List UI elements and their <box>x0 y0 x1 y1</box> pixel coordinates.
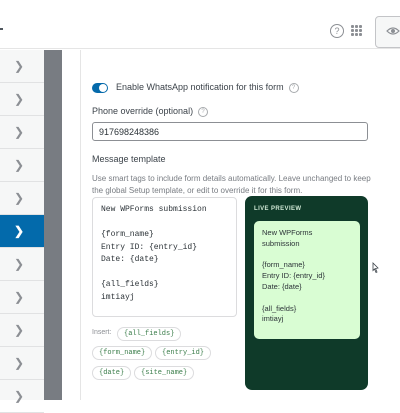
settings-sidebar: ❯ ❯ ❯ ❯ ❯ ❯ ❯ ❯ ❯ ❯ ❯ <box>0 50 44 413</box>
message-template-textarea[interactable]: New WPForms submission {form_name} Entry… <box>92 197 237 317</box>
message-template-description: Use smart tags to include form details a… <box>92 174 371 195</box>
sidebar-item[interactable]: ❯ <box>0 248 44 281</box>
chevron-right-icon: ❯ <box>14 389 25 403</box>
panel-border <box>80 50 81 400</box>
toggle-knob <box>99 84 107 92</box>
toolbar-edge-mark <box>0 28 3 30</box>
phone-override-input[interactable] <box>92 122 368 141</box>
insert-label: Insert: <box>92 329 112 336</box>
smart-tag-all-fields[interactable]: {all_fields} <box>117 327 182 341</box>
chevron-right-icon: ❯ <box>14 92 25 106</box>
message-template-label: Message template <box>92 154 166 164</box>
smart-tag-form-name[interactable]: {form_name} <box>92 346 153 360</box>
chevron-right-icon: ❯ <box>14 191 25 205</box>
whatsapp-notification-toggle[interactable] <box>92 83 108 93</box>
sidebar-item[interactable]: ❯ <box>0 83 44 116</box>
phone-override-label: Phone override (optional)? <box>92 106 209 117</box>
live-preview-panel: LIVE PREVIEW New WPForms submission {for… <box>245 196 368 390</box>
sidebar-item[interactable]: ❯ <box>0 182 44 215</box>
live-preview-title: LIVE PREVIEW <box>254 206 302 212</box>
sidebar-divider <box>44 50 62 400</box>
chevron-right-icon: ❯ <box>14 158 25 172</box>
text-cursor-icon <box>372 262 379 274</box>
preview-message-bubble: New WPForms submission {form_name} Entry… <box>254 221 360 339</box>
phone-override-text: Phone override (optional) <box>92 106 194 116</box>
sidebar-item[interactable]: ❯ <box>0 380 44 413</box>
help-icon[interactable]: ? <box>288 82 299 93</box>
chevron-right-icon: ❯ <box>14 125 25 139</box>
help-icon[interactable]: ? <box>198 106 209 117</box>
smart-tag-date[interactable]: {date} <box>92 366 132 380</box>
sidebar-item[interactable]: ❯ <box>0 116 44 149</box>
eye-icon <box>386 27 400 35</box>
sidebar-item[interactable]: ❯ <box>0 314 44 347</box>
chevron-right-icon: ❯ <box>14 59 25 73</box>
chevron-right-icon: ❯ <box>14 290 25 304</box>
chevron-right-icon: ❯ <box>14 356 25 370</box>
help-icon[interactable]: ? <box>330 24 344 38</box>
sidebar-item[interactable]: ❯ <box>0 215 44 248</box>
chevron-right-icon: ❯ <box>14 224 25 238</box>
whatsapp-toggle-text: Enable WhatsApp notification for this fo… <box>116 82 284 92</box>
sidebar-item[interactable]: ❯ <box>0 347 44 380</box>
apps-grid-icon[interactable] <box>351 25 362 36</box>
sidebar-item[interactable]: ❯ <box>0 281 44 314</box>
sidebar-item[interactable]: ❯ <box>0 149 44 182</box>
chevron-right-icon: ❯ <box>14 323 25 337</box>
sidebar-item[interactable]: ❯ <box>0 50 44 83</box>
preview-eye-button[interactable] <box>375 16 400 48</box>
smart-tag-site-name[interactable]: {site_name} <box>134 366 195 380</box>
smart-tag-entry-id[interactable]: {entry_id} <box>155 346 212 360</box>
top-toolbar: ? <box>0 0 400 49</box>
whatsapp-toggle-label: Enable WhatsApp notification for this fo… <box>116 82 299 93</box>
chevron-right-icon: ❯ <box>14 257 25 271</box>
